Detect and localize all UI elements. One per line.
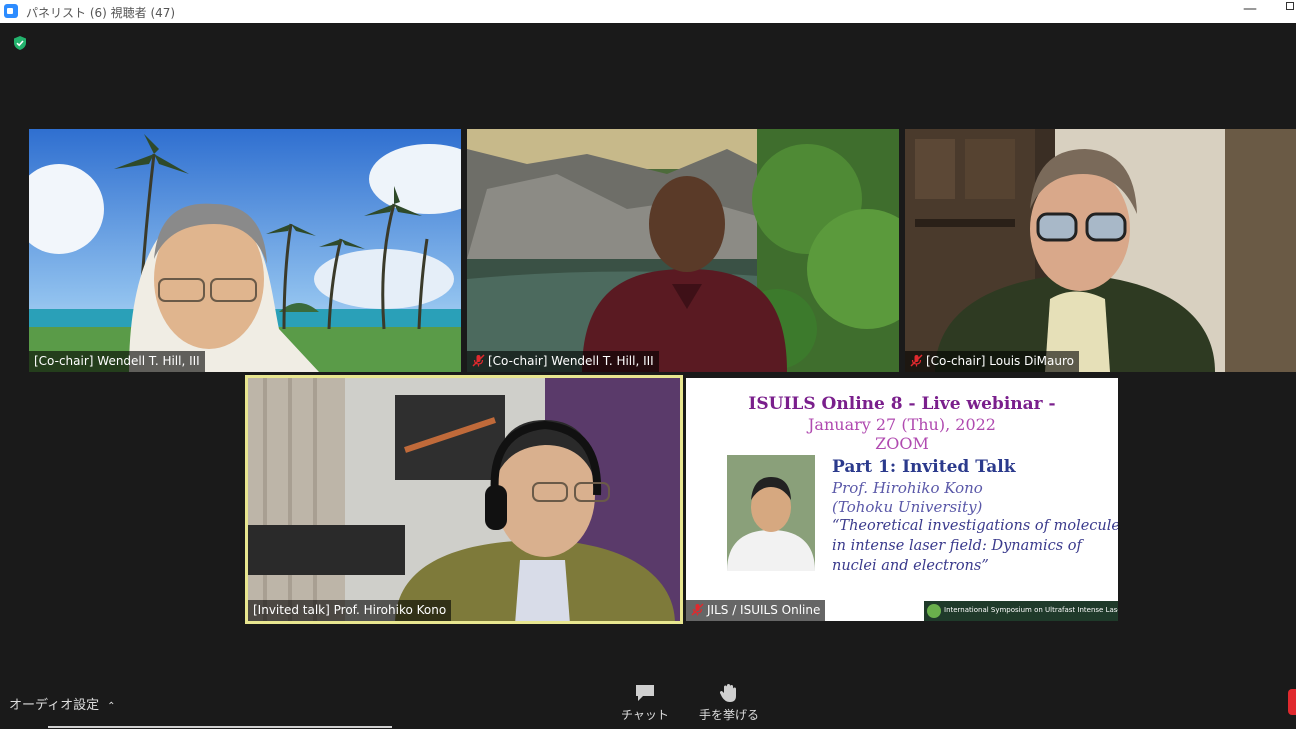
video-tile-2[interactable]: [Co-chair] Wendell T. Hill, III [467, 129, 899, 372]
raise-hand-icon [719, 684, 736, 702]
audio-settings-label: オーディオ設定 [9, 698, 100, 713]
raise-hand-label: 手を挙げる [698, 708, 759, 722]
speaker-photo [727, 455, 815, 571]
participant-name: [Invited talk] Prof. Hirohiko Kono [253, 603, 447, 617]
chevron-up-icon[interactable]: ⌃ [107, 701, 115, 712]
raise-hand-button[interactable]: 手を挙げる [697, 683, 761, 723]
slide-talk-line-3: nuclei and electrons” [832, 558, 989, 574]
participant-name: JILS / ISUILS Online [707, 603, 821, 617]
zoom-app-icon [4, 4, 18, 18]
participant-name-tag: JILS / ISUILS Online [686, 600, 826, 621]
slide-affiliation: (Tohoku University) [832, 498, 983, 516]
slide-title: ISUILS Online 8 - Live webinar - [748, 394, 1056, 414]
muted-mic-icon [472, 354, 485, 367]
leave-button-edge[interactable] [1288, 689, 1296, 715]
title-bar: パネリスト (6) 視聴者 (47) — [0, 0, 1296, 23]
slide-footer-text: International Symposium on Ultrafast Int… [944, 606, 1118, 614]
maximize-button[interactable] [1286, 2, 1294, 10]
slide-talk-line-2: in intense laser field: Dynamics of [832, 538, 1082, 554]
slide-part: Part 1: Invited Talk [832, 457, 1016, 477]
video-feed-room [905, 129, 1296, 372]
participant-name: [Co-chair] Wendell T. Hill, III [488, 354, 654, 368]
participant-name: [Co-chair] Louis DiMauro [926, 354, 1074, 368]
audio-settings-button[interactable]: オーディオ設定 ⌃ [9, 694, 115, 713]
video-tile-slide[interactable]: ISUILS Online 8 - Live webinar - January… [686, 378, 1118, 621]
slide-footer-bar: International Symposium on Ultrafast Int… [924, 601, 1118, 621]
video-feed-pond [467, 129, 899, 372]
chat-icon [636, 685, 654, 701]
chat-button[interactable]: チャット [620, 683, 670, 723]
encryption-shield-icon[interactable] [12, 35, 28, 51]
slide-date: January 27 (Thu), 2022 [808, 415, 996, 434]
video-feed-speaker [245, 375, 683, 624]
participant-name: [Co-chair] Wendell T. Hill, III [34, 354, 200, 368]
participant-name-tag: [Co-chair] Wendell T. Hill, III [29, 351, 205, 372]
slide-platform: ZOOM [875, 434, 929, 453]
video-tile-3[interactable]: [Co-chair] Louis DiMauro [905, 129, 1296, 372]
minimize-button[interactable]: — [1243, 1, 1257, 17]
chat-label: チャット [621, 708, 669, 722]
slide-speaker: Prof. Hirohiko Kono [832, 479, 983, 497]
slide-footer-logo [927, 604, 941, 618]
muted-mic-icon [910, 354, 923, 367]
video-tile-active-speaker[interactable]: [Invited talk] Prof. Hirohiko Kono [245, 375, 683, 624]
video-tile-1[interactable]: [Co-chair] Wendell T. Hill, III [29, 129, 461, 372]
horizontal-scrollbar[interactable] [48, 726, 392, 728]
participant-name-tag: [Co-chair] Wendell T. Hill, III [467, 351, 659, 372]
window-title: パネリスト (6) 視聴者 (47) [26, 6, 176, 20]
meeting-toolbar: オーディオ設定 ⌃ チャット 手を挙げる [0, 675, 1296, 729]
participant-name-tag: [Co-chair] Louis DiMauro [905, 351, 1079, 372]
participant-name-tag: [Invited talk] Prof. Hirohiko Kono [248, 600, 452, 621]
slide-talk-line-1: “Theoretical investigations of molecules [832, 518, 1118, 534]
muted-mic-icon [691, 603, 704, 616]
video-feed-beach [29, 129, 461, 372]
